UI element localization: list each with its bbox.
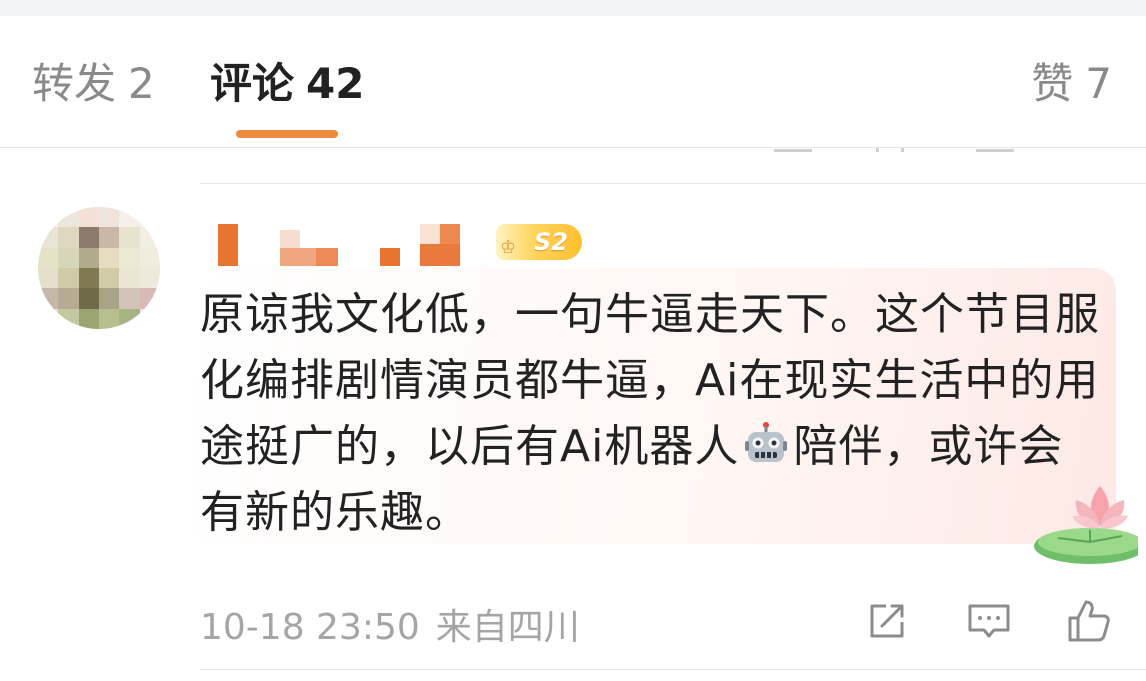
comment-text: 原谅我文化低，一句牛逼走天下。这个节目服化编排剧情演员都牛逼，Ai在现实生活中的… [200, 282, 1100, 546]
thumbs-up-icon [1068, 600, 1110, 642]
level-badge-text: S2 [534, 228, 568, 256]
level-badge: ♔ S2 [496, 224, 582, 260]
share-button[interactable] [864, 598, 910, 644]
comment-location: 来自四川 [435, 607, 580, 648]
comment-timestamp: 10-18 23:50 [200, 607, 420, 648]
tab-likes-count: 7 [1085, 59, 1112, 108]
status-strip [0, 0, 1146, 16]
share-icon [870, 604, 904, 638]
tab-repost-count: 2 [128, 59, 155, 108]
reply-icon [968, 604, 1010, 638]
robot-icon [743, 420, 789, 466]
thumbs-up-icon [976, 148, 1014, 152]
tab-comments-count: 42 [306, 59, 365, 108]
like-button[interactable] [1066, 598, 1112, 644]
comment-meta: 10-18 23:50 来自四川 [200, 598, 580, 650]
crown-icon: ♔ [500, 237, 517, 258]
tab-repost-label: 转发 [32, 59, 117, 108]
avatar[interactable] [38, 207, 160, 329]
previous-comment-actions-partial [0, 148, 1146, 156]
lotus-icon [1028, 480, 1146, 570]
username-redacted[interactable] [218, 224, 498, 268]
active-tab-indicator [236, 130, 338, 138]
tab-likes[interactable]: 赞7 [1031, 58, 1112, 110]
tab-repost[interactable]: 转发 2 [32, 58, 155, 110]
tab-bar: 转发 2 评论 42 赞7 [0, 16, 1146, 148]
share-icon [774, 148, 812, 152]
reply-button[interactable] [966, 598, 1012, 644]
tab-comments[interactable]: 评论 42 [210, 58, 364, 110]
tab-comments-label: 评论 [210, 59, 295, 108]
comment-divider-bottom [200, 669, 1146, 670]
tab-likes-label: 赞 [1031, 59, 1074, 108]
reply-icon [876, 148, 904, 152]
comment-divider [200, 183, 1146, 184]
